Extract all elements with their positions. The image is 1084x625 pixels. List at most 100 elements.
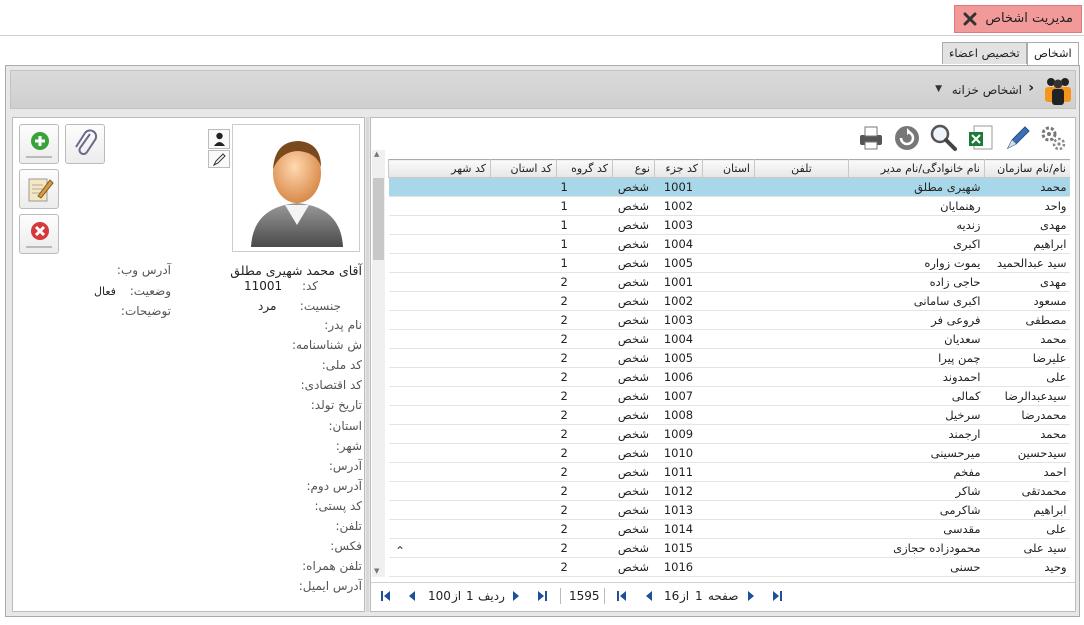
table-row[interactable]: محمدرضا سرخیل 1008 شخص 2 <box>388 405 1070 425</box>
cell-type: شخص <box>612 443 655 463</box>
cell-province-code <box>490 519 557 539</box>
table-row[interactable]: سیدعبدالرضا کمالی 1007 شخص 2 <box>388 386 1070 406</box>
add-button[interactable] <box>19 124 59 164</box>
code-value: 11001 <box>244 279 283 293</box>
row-total: 100 <box>428 589 451 603</box>
photo-edit-button[interactable] <box>208 150 230 168</box>
scroll-down-icon[interactable]: ▼ <box>374 567 379 575</box>
cell-phone <box>754 329 849 349</box>
next-page-icon[interactable] <box>745 590 757 602</box>
last-page-icon[interactable] <box>771 590 783 602</box>
table-row[interactable]: مصطفی فروعی فر 1003 شخص 2 <box>388 310 1070 330</box>
scrollbar-thumb[interactable] <box>373 178 384 260</box>
table-row[interactable]: محمد سعدیان 1004 شخص 2 <box>388 329 1070 349</box>
edit-note-button[interactable] <box>19 169 59 209</box>
collapse-caret-icon[interactable]: ⌃ <box>395 544 405 558</box>
status-value: فعال <box>94 285 116 298</box>
prev-page-icon[interactable] <box>643 590 655 602</box>
table-row[interactable]: علی مقدسی 1014 شخص 2 <box>388 519 1070 539</box>
cell-phone <box>754 348 849 368</box>
cell-group-code: 1 <box>556 177 613 197</box>
person-field-label: استان: <box>328 418 362 433</box>
table-row[interactable]: ابراهیم شاکرمی 1013 شخص 2 <box>388 500 1070 520</box>
cell-city-code <box>388 481 491 501</box>
table-row[interactable]: ابراهیم اکبری 1004 شخص 1 <box>388 234 1070 254</box>
table-row[interactable]: احمد مفخم 1011 شخص 2 <box>388 462 1070 482</box>
pencil-icon <box>213 153 226 166</box>
cell-province-code <box>490 405 557 425</box>
cell-first-name: محمد <box>984 177 1070 197</box>
cell-group-code: 1 <box>556 234 613 254</box>
last-row-icon[interactable] <box>536 590 548 602</box>
tab-member-assignment[interactable]: تخصیص اعضاء <box>942 42 1027 64</box>
cell-type: شخص <box>612 519 655 539</box>
table-row[interactable]: سید عبدالحمید یموت زواره 1005 شخص 1 <box>388 253 1070 273</box>
row-number[interactable]: 1 <box>466 589 474 603</box>
first-page-icon[interactable] <box>616 590 628 602</box>
refresh-icon[interactable] <box>892 123 922 153</box>
col-type[interactable]: نوع <box>612 159 655 178</box>
table-row[interactable]: سید علی محمودزاده حجازی 1015 شخص 2 <box>388 538 1070 558</box>
col-province[interactable]: استان <box>702 159 755 178</box>
cell-part-code: 1005 <box>654 253 703 273</box>
cell-province-code <box>490 234 557 254</box>
persons-grid: نام/نام سازمان نام خانوادگی/نام مدیر تلف… <box>388 159 1070 580</box>
search-icon[interactable] <box>928 123 958 153</box>
cell-province <box>702 424 755 444</box>
prev-row-icon[interactable] <box>406 590 418 602</box>
col-part-code[interactable]: کد جزء <box>654 159 703 178</box>
settings-gears-icon[interactable] <box>1038 123 1068 153</box>
cell-phone <box>754 443 849 463</box>
next-row-icon[interactable] <box>510 590 522 602</box>
scroll-up-icon[interactable]: ▲ <box>374 150 379 158</box>
cell-province-code <box>490 215 557 235</box>
page-number[interactable]: 1 <box>695 589 703 603</box>
table-row[interactable]: علیرضا چمن پیرا 1005 شخص 2 <box>388 348 1070 368</box>
cell-province-code <box>490 500 557 520</box>
cell-last-name: سعدیان <box>848 329 985 349</box>
tab-persons[interactable]: اشخاص <box>1027 42 1079 66</box>
cell-last-name: مفخم <box>848 462 985 482</box>
col-first-name[interactable]: نام/نام سازمان <box>984 159 1070 178</box>
table-row[interactable]: وحید حسنی 1016 شخص 2 <box>388 557 1070 577</box>
table-row[interactable]: واحد رهنمایان 1002 شخص 1 <box>388 196 1070 216</box>
cell-group-code: 2 <box>556 329 613 349</box>
table-row[interactable]: مهدی زندیه 1003 شخص 1 <box>388 215 1070 235</box>
edit-pen-icon[interactable] <box>1002 123 1032 153</box>
table-row[interactable]: محمدتقی شاکر 1012 شخص 2 <box>388 481 1070 501</box>
table-row[interactable]: سیدحسین میرحسینی 1010 شخص 2 <box>388 443 1070 463</box>
dropdown-arrow-icon[interactable]: ▼ <box>935 84 942 94</box>
col-province-code[interactable]: کد استان <box>490 159 557 178</box>
cell-province <box>702 481 755 501</box>
table-row[interactable]: علی احمدوند 1006 شخص 2 <box>388 367 1070 387</box>
cell-city-code <box>388 291 491 311</box>
col-last-name[interactable]: نام خانوادگی/نام مدیر <box>848 159 985 178</box>
people-icon <box>1045 78 1071 105</box>
delete-button[interactable] <box>19 214 59 254</box>
photo-select-button[interactable] <box>208 129 230 149</box>
table-row[interactable]: محمد ارجمند 1009 شخص 2 <box>388 424 1070 444</box>
panel-splitter[interactable] <box>366 117 369 612</box>
col-group-code[interactable]: کد گروه <box>556 159 613 178</box>
table-row[interactable]: 1017شخص2 <box>388 576 1070 580</box>
table-row[interactable]: مهدی حاجی زاده 1001 شخص 2 <box>388 272 1070 292</box>
table-row[interactable]: مسعود اکبری سامانی 1002 شخص 2 <box>388 291 1070 311</box>
col-phone[interactable]: تلفن <box>754 159 849 178</box>
person-field-label: شهر: <box>335 438 362 453</box>
excel-export-icon[interactable] <box>966 123 996 153</box>
attach-button[interactable] <box>65 124 105 164</box>
cell-type: شخص <box>612 557 655 577</box>
band-title[interactable]: اشخاص خزانه <box>952 83 1022 97</box>
gender-label: جنسیت: <box>299 299 341 313</box>
col-city-code[interactable]: کد شهر <box>388 159 491 178</box>
cell-province <box>702 519 755 539</box>
cell-province-code <box>490 386 557 406</box>
cell-province <box>702 576 755 580</box>
cell-type: شخص <box>612 576 655 580</box>
cell-type: شخص <box>612 196 655 216</box>
first-row-icon[interactable] <box>380 590 392 602</box>
print-icon[interactable] <box>856 123 886 153</box>
person-field-label: کد پستی: <box>314 498 362 513</box>
table-row[interactable]: محمد شهیری مطلق 1001 شخص 1 <box>388 177 1070 197</box>
close-icon[interactable] <box>963 12 977 26</box>
